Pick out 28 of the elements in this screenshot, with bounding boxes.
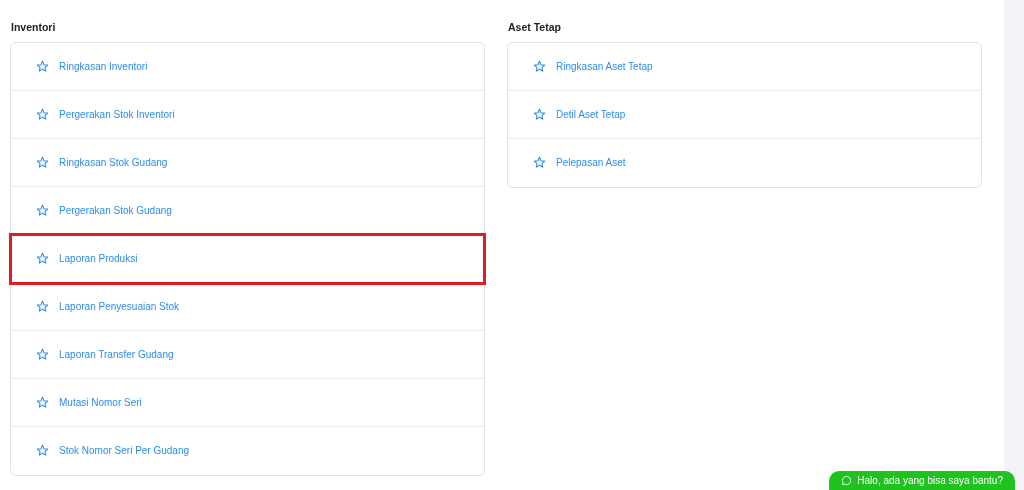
star-icon[interactable] (533, 156, 546, 170)
report-link[interactable]: Mutasi Nomor Seri (59, 394, 142, 410)
star-icon[interactable] (36, 107, 49, 121)
star-icon[interactable] (36, 59, 49, 73)
report-link[interactable]: Ringkasan Inventori (59, 58, 148, 74)
star-icon[interactable] (36, 299, 49, 313)
star-icon[interactable] (36, 203, 49, 217)
star-icon[interactable] (36, 395, 49, 409)
section-title: Aset Tetap (508, 20, 562, 35)
star-icon[interactable] (533, 59, 546, 73)
report-link[interactable]: Laporan Produksi (59, 250, 138, 266)
report-link[interactable]: Stok Nomor Seri Per Gudang (59, 443, 190, 459)
report-link[interactable]: Ringkasan Aset Tetap (556, 58, 653, 74)
report-link[interactable]: Laporan Penyesuaian Stok (59, 298, 180, 314)
report-link[interactable]: Pelepasan Aset (556, 155, 626, 171)
report-link[interactable]: Detil Aset Tetap (556, 106, 626, 122)
star-icon[interactable] (533, 107, 546, 121)
report-link[interactable]: Laporan Transfer Gudang (59, 346, 174, 362)
chat-button[interactable]: Halo, ada yang bisa saya bantu? (829, 471, 1015, 490)
star-icon[interactable] (36, 347, 49, 361)
star-icon[interactable] (36, 251, 49, 265)
section-title: Inventori (11, 20, 57, 35)
report-link[interactable]: Pergerakan Stok Inventori (59, 106, 175, 122)
star-icon[interactable] (36, 444, 49, 458)
report-link[interactable]: Pergerakan Stok Gudang (59, 202, 172, 218)
report-link[interactable]: Ringkasan Stok Gudang (59, 154, 168, 170)
chat-bubble-icon (841, 475, 853, 486)
star-icon[interactable] (36, 155, 49, 169)
